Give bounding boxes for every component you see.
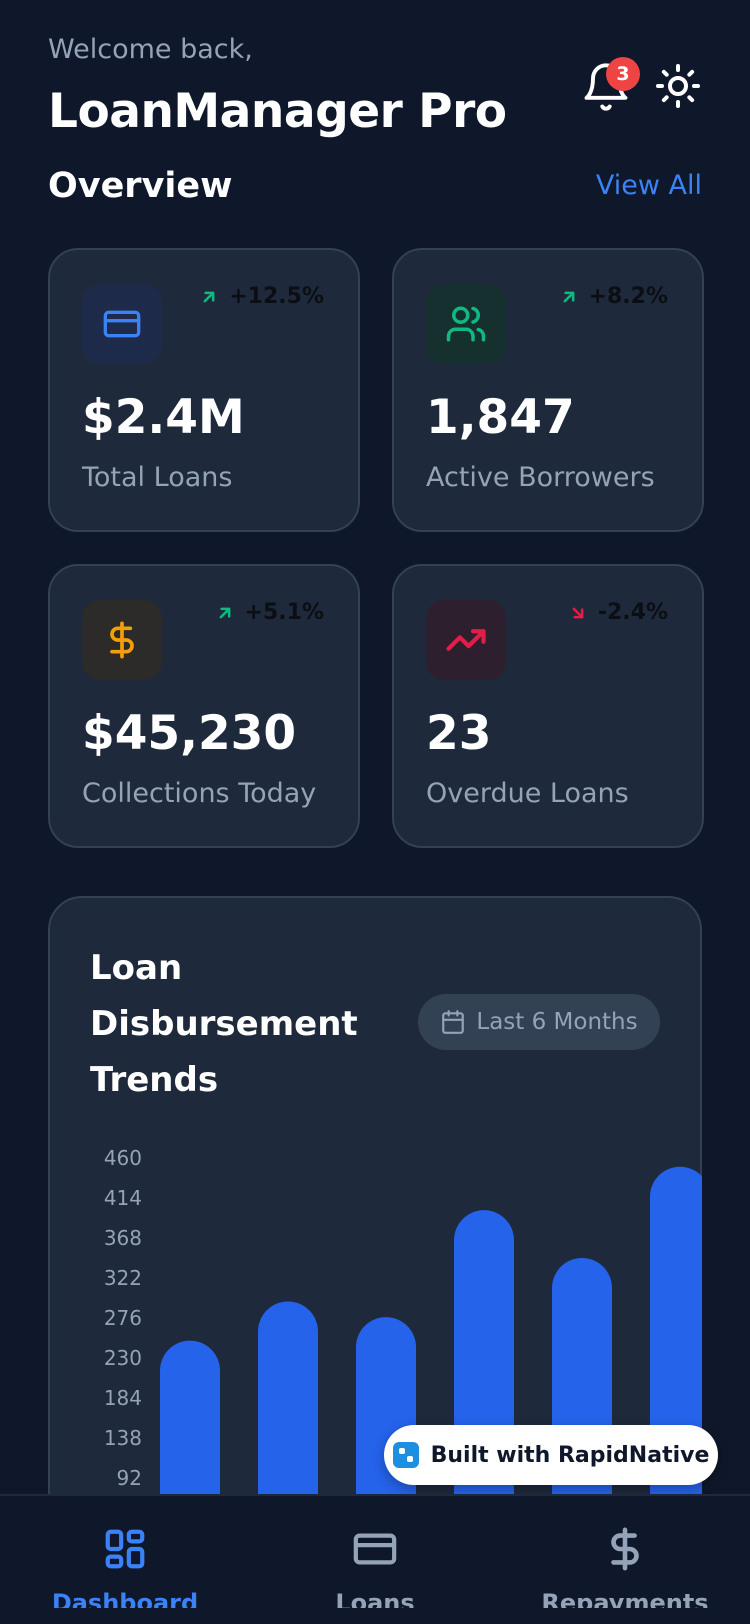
arrow-up-right-icon <box>219 607 230 618</box>
arrow-up-right-icon <box>563 291 574 302</box>
y-tick-label: 368 <box>104 1226 142 1250</box>
stat-label: Active Borrowers <box>426 462 655 493</box>
chart-bar <box>258 1301 318 1494</box>
rapidnative-logo-icon <box>392 1442 419 1468</box>
y-tick-label: 138 <box>104 1426 142 1450</box>
calendar-icon <box>442 1010 465 1034</box>
arrow-down-right-icon <box>572 607 584 618</box>
stat-value: 23 <box>426 706 492 761</box>
stat-value: 1,847 <box>426 390 575 445</box>
tab-repayments[interactable]: Repayments <box>515 1526 735 1624</box>
stat-value: $45,230 <box>82 706 297 761</box>
arrow-up-right-icon <box>203 291 215 302</box>
change-indicator: +12.5% <box>199 284 324 309</box>
built-with-label: Built with RapidNative <box>430 1442 710 1468</box>
stat-card-total-loans[interactable]: +12.5% $2.4M Total Loans <box>48 248 360 532</box>
users-icon <box>426 284 506 364</box>
change-indicator: -2.4% <box>568 600 668 625</box>
sun-icon <box>656 64 700 108</box>
change-indicator: +5.1% <box>215 600 324 625</box>
tab-label: Repayments <box>541 1589 709 1608</box>
credit-card-icon <box>353 1533 397 1565</box>
y-tick-label: 322 <box>104 1266 142 1290</box>
change-value: +12.5% <box>229 284 324 309</box>
dollar-icon <box>611 1527 639 1571</box>
y-tick-label: 276 <box>104 1306 142 1330</box>
stat-label: Total Loans <box>82 462 233 493</box>
tab-label: Dashboard <box>51 1589 199 1608</box>
built-with-badge[interactable]: Built with RapidNative <box>384 1425 718 1485</box>
y-tick-label: 230 <box>104 1346 142 1370</box>
change-value: +8.2% <box>588 284 668 309</box>
notification-badge: 3 <box>606 57 640 91</box>
y-tick-label: 92 <box>117 1466 142 1490</box>
trending-up-icon <box>426 600 506 680</box>
stat-label: Overdue Loans <box>426 778 629 809</box>
change-value: -2.4% <box>597 600 668 625</box>
date-range-button[interactable]: Last 6 Months <box>418 994 660 1050</box>
change-indicator: +8.2% <box>559 284 668 309</box>
dollar-icon <box>82 600 162 680</box>
tab-loans[interactable]: Loans <box>265 1526 485 1624</box>
credit-card-icon <box>82 284 162 364</box>
overview-title: Overview <box>48 166 233 206</box>
y-tick-label: 184 <box>104 1386 142 1410</box>
dashboard-icon <box>105 1529 145 1569</box>
stat-card-active-borrowers[interactable]: +8.2% 1,847 Active Borrowers <box>392 248 704 532</box>
app-title: LoanManager Pro <box>48 84 507 139</box>
tab-label: Loans <box>335 1589 415 1608</box>
chart-title: Loan Disbursement Trends <box>90 948 358 1100</box>
theme-toggle-button[interactable] <box>654 62 702 110</box>
date-range-label: Last 6 Months <box>476 1009 638 1035</box>
y-tick-label: 414 <box>104 1186 142 1210</box>
stat-card-overdue-loans[interactable]: -2.4% 23 Overdue Loans <box>392 564 704 848</box>
tab-dashboard[interactable]: Dashboard <box>15 1526 235 1624</box>
welcome-text: Welcome back, <box>48 34 253 65</box>
y-tick-label: 460 <box>104 1146 142 1170</box>
stat-card-collections-today[interactable]: +5.1% $45,230 Collections Today <box>48 564 360 848</box>
stat-value: $2.4M <box>82 390 245 445</box>
change-value: +5.1% <box>244 600 324 625</box>
chart-bar <box>160 1340 220 1494</box>
stat-label: Collections Today <box>82 778 317 809</box>
view-all-link[interactable]: View All <box>596 170 702 201</box>
